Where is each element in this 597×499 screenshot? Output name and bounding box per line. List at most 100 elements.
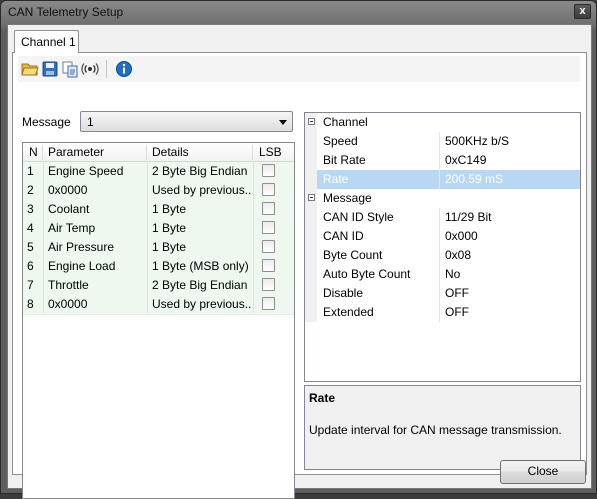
property-value[interactable]: OFF — [445, 286, 469, 300]
save-icon[interactable] — [41, 60, 59, 78]
open-folder-icon[interactable] — [21, 60, 39, 78]
row-number: 5 — [27, 240, 34, 254]
lsb-checkbox[interactable] — [262, 297, 275, 310]
property-name: Bit Rate — [323, 153, 366, 167]
toolbar-separator — [106, 60, 107, 78]
property-row[interactable]: Bit Rate 0xC149 — [317, 151, 580, 170]
copy-icon[interactable] — [61, 60, 79, 78]
category-label: Message — [323, 191, 372, 205]
message-label: Message — [22, 115, 71, 129]
property-category-message[interactable]: Message — [305, 189, 580, 208]
tab-panel: Message 1 N Parameter Details LSB 1 Engin… — [12, 52, 587, 499]
lsb-checkbox[interactable] — [262, 278, 275, 291]
property-row[interactable]: Disable OFF — [317, 284, 580, 303]
property-grid-gutter — [305, 113, 317, 322]
property-divider — [439, 246, 440, 265]
property-help-panel: Rate Update interval for CAN message tra… — [304, 385, 581, 470]
property-value[interactable]: 200.59 mS — [445, 172, 503, 186]
toolbar — [18, 56, 580, 82]
help-title: Rate — [309, 391, 336, 405]
row-details: 1 Byte — [152, 202, 187, 216]
row-parameter: Air Pressure — [48, 240, 115, 254]
property-divider — [439, 208, 440, 227]
property-row[interactable]: Byte Count 0x08 — [317, 246, 580, 265]
property-grid: Channel Speed 500KHz b/S Bit Rate 0xC149 Rate… — [304, 112, 581, 382]
column-header-parameter[interactable]: Parameter — [43, 145, 147, 160]
broadcast-icon[interactable] — [81, 60, 99, 78]
property-row[interactable]: Rate 200.59 mS — [317, 170, 580, 189]
lsb-checkbox[interactable] — [262, 202, 275, 215]
close-button[interactable]: Close — [500, 460, 586, 484]
lsb-checkbox[interactable] — [262, 240, 275, 253]
row-details: Used by previous... — [152, 297, 252, 311]
grid-column-divider — [43, 161, 44, 313]
property-divider — [439, 170, 440, 189]
property-divider — [439, 227, 440, 246]
property-row[interactable]: Extended OFF — [317, 303, 580, 322]
info-icon[interactable] — [115, 60, 133, 78]
collapse-icon[interactable] — [308, 118, 315, 125]
property-divider — [439, 151, 440, 170]
property-value[interactable]: No — [445, 267, 460, 281]
chevron-down-icon[interactable] — [279, 120, 287, 125]
property-name: Byte Count — [323, 248, 383, 262]
row-details: 2 Byte Big Endian — [152, 164, 248, 178]
property-value[interactable]: 11/29 Bit — [445, 210, 491, 224]
row-parameter: Coolant — [48, 202, 90, 216]
property-value[interactable]: 0x08 — [445, 248, 471, 262]
lsb-checkbox[interactable] — [262, 221, 275, 234]
property-divider — [439, 265, 440, 284]
message-select-value: 1 — [87, 115, 94, 129]
row-number: 1 — [27, 164, 34, 178]
row-parameter: 0x0000 — [48, 183, 88, 197]
property-name: Disable — [323, 286, 364, 300]
row-number: 8 — [27, 297, 34, 311]
property-row[interactable]: CAN ID 0x000 — [317, 227, 580, 246]
property-category-channel[interactable]: Channel — [305, 113, 580, 132]
row-number: 7 — [27, 278, 34, 292]
row-number: 4 — [27, 221, 34, 235]
grid-header: N Parameter Details LSB — [23, 143, 294, 162]
property-value[interactable]: 0x000 — [445, 229, 478, 243]
lsb-checkbox[interactable] — [262, 183, 275, 196]
property-value[interactable]: 500KHz b/S — [445, 134, 509, 148]
category-label: Channel — [323, 115, 368, 129]
collapse-icon[interactable] — [308, 194, 315, 201]
row-details: 1 Byte (MSB only) — [152, 259, 249, 273]
dialog-window: CAN Telemetry Setup x Channel 1 Message … — [0, 0, 597, 499]
message-select[interactable]: 1 — [80, 111, 293, 132]
column-header-details[interactable]: Details — [147, 145, 253, 160]
column-header-n[interactable]: N — [23, 145, 43, 160]
property-name: Speed — [323, 134, 358, 148]
property-divider — [439, 303, 440, 322]
lsb-checkbox[interactable] — [262, 164, 275, 177]
property-name: Auto Byte Count — [323, 267, 411, 281]
property-divider — [439, 132, 440, 151]
row-details: 2 Byte Big Endian — [152, 278, 248, 292]
row-parameter: Throttle — [48, 278, 89, 292]
dialog-client-area: Channel 1 Message 1 N Parameter Details … — [7, 24, 592, 499]
window-title: CAN Telemetry Setup — [8, 5, 124, 19]
property-value[interactable]: 0xC149 — [445, 153, 486, 167]
property-divider — [439, 284, 440, 303]
lsb-checkbox[interactable] — [262, 259, 275, 272]
property-row[interactable]: Auto Byte Count No — [317, 265, 580, 284]
column-header-lsb[interactable]: LSB — [253, 145, 294, 160]
row-details: 1 Byte — [152, 221, 187, 235]
tab-channel-1[interactable]: Channel 1 — [14, 30, 79, 53]
property-value[interactable]: OFF — [445, 305, 469, 319]
row-number: 2 — [27, 183, 34, 197]
row-parameter: Engine Speed — [48, 164, 124, 178]
property-name: Extended — [323, 305, 374, 319]
property-row[interactable]: CAN ID Style 11/29 Bit — [317, 208, 580, 227]
help-description: Update interval for CAN message transmis… — [309, 423, 562, 437]
row-details: 1 Byte — [152, 240, 187, 254]
row-number: 3 — [27, 202, 34, 216]
property-name: CAN ID Style — [323, 210, 394, 224]
property-name: CAN ID — [323, 229, 364, 243]
parameter-grid: N Parameter Details LSB 1 Engine Speed 2 B… — [22, 142, 295, 499]
row-parameter: Air Temp — [48, 221, 96, 235]
property-row[interactable]: Speed 500KHz b/S — [317, 132, 580, 151]
row-parameter: 0x0000 — [48, 297, 88, 311]
window-close-icon[interactable]: x — [574, 4, 591, 19]
